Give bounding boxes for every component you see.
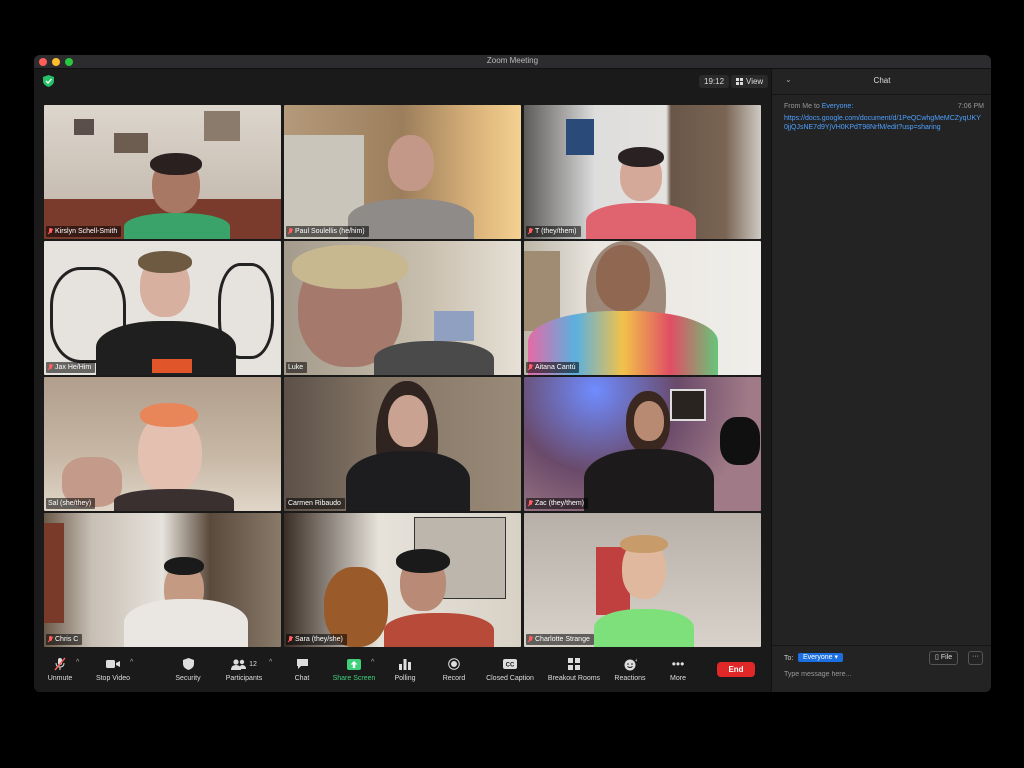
video-tile[interactable]: Kirslyn Schell-Smith	[44, 105, 281, 239]
stop-video-button[interactable]: Stop Video	[83, 656, 143, 682]
share-screen-icon	[346, 656, 362, 672]
chat-button[interactable]: Chat	[272, 656, 332, 682]
view-button[interactable]: View	[731, 75, 769, 88]
chat-more-button[interactable]: ···	[968, 651, 983, 665]
video-options-caret-icon[interactable]: ^	[130, 659, 133, 666]
chat-bubble-icon	[294, 656, 310, 672]
participant-name: Luke	[288, 364, 304, 371]
chat-panel: ⌄ Chat From Me to Everyone: 7:06 PM http…	[771, 69, 991, 692]
meeting-toolbar: Unmute ^ Stop Video ^ Security 12 Partic…	[34, 652, 771, 692]
participant-name: Charlotte Strange	[535, 636, 590, 643]
chat-message-input[interactable]	[784, 671, 979, 678]
title-bar: Zoom Meeting	[34, 55, 991, 69]
muted-mic-icon	[528, 636, 533, 643]
muted-mic-icon	[528, 500, 533, 507]
participant-name-tag: Kirslyn Schell-Smith	[46, 226, 122, 237]
muted-mic-icon	[528, 228, 533, 235]
participant-name-tag: Zac (they/them)	[526, 498, 589, 509]
meeting-timer: 19:12	[699, 75, 730, 88]
message-time: 7:06 PM	[957, 103, 984, 110]
video-tile[interactable]: Charlotte Strange	[524, 513, 761, 647]
video-tile[interactable]: Sal (she/they)	[44, 377, 281, 511]
closed-caption-button[interactable]: CC Closed Caption	[480, 656, 540, 682]
end-meeting-button[interactable]: End	[717, 662, 755, 677]
audio-options-caret-icon[interactable]: ^	[76, 659, 79, 666]
muted-mic-icon	[48, 228, 53, 235]
participant-name-tag: Luke	[286, 362, 308, 373]
participant-name-tag: Sal (she/they)	[46, 498, 96, 509]
recipient-select[interactable]: Everyone ▾	[798, 653, 844, 662]
participant-name: Aitana Cantú	[535, 364, 576, 371]
participant-name: Paul Soulellis (he/him)	[295, 228, 365, 235]
video-tile[interactable]: Jax He/Him	[44, 241, 281, 375]
breakout-rooms-button[interactable]: Breakout Rooms	[544, 656, 604, 682]
video-tile[interactable]: Sara (they/she)	[284, 513, 521, 647]
svg-text:CC: CC	[506, 663, 515, 669]
closed-caption-icon: CC	[502, 656, 518, 672]
muted-mic-icon	[288, 228, 293, 235]
video-tile[interactable]: T (they/them)	[524, 105, 761, 239]
video-tile[interactable]: Aitana Cantú	[524, 241, 761, 375]
participant-name-tag: Chris C	[46, 634, 83, 645]
zoom-window: Zoom Meeting 19:12 View Kirslyn Schell-S…	[34, 55, 991, 692]
participant-count: 12	[249, 660, 257, 668]
video-tile[interactable]: Carmen Ribaudo	[284, 377, 521, 511]
video-tile-active-speaker[interactable]: Luke	[284, 241, 521, 375]
chat-composer: To: Everyone ▾ ▯ File ···	[772, 645, 991, 692]
participant-name: T (they/them)	[535, 228, 577, 235]
security-shield-icon	[180, 656, 196, 672]
participant-name-tag: Aitana Cantú	[526, 362, 580, 373]
gallery-grid-icon	[736, 78, 743, 85]
unmute-button[interactable]: Unmute	[34, 656, 90, 682]
video-tile[interactable]: Zac (they/them)	[524, 377, 761, 511]
bar-chart-icon	[397, 656, 413, 672]
share-options-caret-icon[interactable]: ^	[371, 659, 374, 666]
muted-microphone-icon	[52, 656, 68, 672]
participant-name-tag: Charlotte Strange	[526, 634, 594, 645]
chat-message-meta: From Me to Everyone: 7:06 PM	[784, 103, 984, 110]
window-title: Zoom Meeting	[486, 56, 539, 65]
message-sender: From Me to	[784, 103, 820, 110]
participants-button[interactable]: 12 Participants	[214, 656, 274, 682]
participant-name: Carmen Ribaudo	[288, 500, 341, 507]
video-tile[interactable]: Chris C	[44, 513, 281, 647]
video-area: 19:12 View Kirslyn Schell-Smith Paul Sou…	[34, 69, 771, 692]
more-button[interactable]: ••• More	[648, 656, 708, 682]
participant-name: Sal (she/they)	[48, 500, 92, 507]
breakout-rooms-icon	[566, 656, 582, 672]
chat-title: Chat	[873, 76, 891, 85]
participant-name-tag: Sara (they/she)	[286, 634, 347, 645]
participant-name-tag: Jax He/Him	[46, 362, 96, 373]
message-link[interactable]: https://docs.google.com/document/d/1PeQC…	[784, 114, 982, 132]
file-button[interactable]: ▯ File	[929, 651, 959, 665]
svg-text:+: +	[635, 658, 637, 664]
encryption-shield-icon[interactable]	[43, 75, 54, 87]
participant-name: Sara (they/she)	[295, 636, 343, 643]
video-tile[interactable]: Paul Soulellis (he/him)	[284, 105, 521, 239]
view-label: View	[746, 77, 764, 86]
more-dots-icon: •••	[671, 657, 685, 671]
muted-mic-icon	[48, 636, 53, 643]
participant-name: Zac (they/them)	[535, 500, 585, 507]
file-icon: ▯	[935, 654, 939, 661]
participant-name-tag: Paul Soulellis (he/him)	[286, 226, 369, 237]
participants-icon: 12	[229, 656, 259, 672]
video-camera-icon	[105, 656, 121, 672]
record-icon	[446, 656, 462, 672]
smiley-icon: +	[622, 656, 638, 672]
security-button[interactable]: Security	[158, 656, 218, 682]
muted-mic-icon	[48, 364, 53, 371]
chat-header: ⌄ Chat	[772, 69, 991, 95]
participant-name: Kirslyn Schell-Smith	[55, 228, 118, 235]
record-button[interactable]: Record	[424, 656, 484, 682]
participant-name-tag: T (they/them)	[526, 226, 581, 237]
muted-mic-icon	[528, 364, 533, 371]
participant-name: Chris C	[55, 636, 79, 643]
participant-name-tag: Carmen Ribaudo	[286, 498, 345, 509]
muted-mic-icon	[288, 636, 293, 643]
message-recipient[interactable]: Everyone:	[822, 103, 854, 110]
to-label: To:	[784, 655, 794, 662]
participant-name: Jax He/Him	[55, 364, 92, 371]
